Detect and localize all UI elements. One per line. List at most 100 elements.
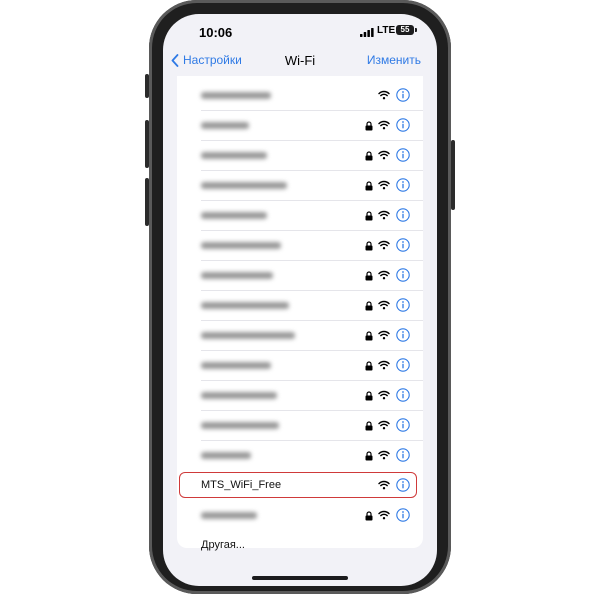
wifi-signal-icon [378,360,390,370]
blurred-network-name [201,242,281,249]
blurred-network-name [201,302,289,309]
info-icon[interactable] [396,448,410,462]
wifi-signal-icon [378,90,390,100]
info-icon[interactable] [396,298,410,312]
lock-icon [365,301,373,311]
blurred-network-name [201,332,295,339]
blurred-network-name [201,452,251,459]
network-row[interactable] [177,261,423,291]
network-row[interactable] [177,441,423,471]
lock-icon [365,511,373,521]
blurred-network-name [201,212,267,219]
battery-icon: 55 [396,25,417,35]
other-network-row[interactable]: Другая... [177,531,423,561]
info-icon[interactable] [396,268,410,282]
blurred-network-name [201,122,249,129]
blurred-network-name [201,422,279,429]
edit-button[interactable]: Изменить [367,53,421,67]
info-icon[interactable] [396,358,410,372]
network-name [201,239,331,253]
lock-icon [365,211,373,221]
blurred-network-name [201,392,277,399]
network-row[interactable] [177,201,423,231]
network-row[interactable] [177,81,423,111]
mute-switch [145,74,149,98]
navigation-bar: Настройки Wi-Fi Изменить [163,48,437,76]
info-icon[interactable] [396,508,410,522]
wifi-signal-icon [378,330,390,340]
network-name [201,389,331,403]
blurred-network-name [201,182,287,189]
wifi-signal-icon [378,390,390,400]
info-icon[interactable] [396,88,410,102]
network-row[interactable] [177,141,423,171]
network-name [201,149,331,163]
network-list: MTS_WiFi_Free Другая... [177,76,423,551]
volume-down-button [145,178,149,226]
network-row[interactable] [177,501,423,531]
blurred-network-name [201,512,257,519]
network-name [201,419,331,433]
network-name [201,329,331,343]
blurred-network-name [201,272,273,279]
lock-icon [365,451,373,461]
network-name [201,359,331,373]
info-icon[interactable] [396,388,410,402]
info-icon[interactable] [396,148,410,162]
info-icon[interactable] [396,118,410,132]
wifi-signal-icon [378,180,390,190]
network-row[interactable] [177,411,423,441]
wifi-signal-icon [378,150,390,160]
network-name [201,269,331,283]
lock-icon [365,121,373,131]
network-row[interactable] [177,231,423,261]
network-row[interactable] [177,171,423,201]
info-icon[interactable] [396,328,410,342]
info-icon[interactable] [396,418,410,432]
lock-icon [365,331,373,341]
blurred-network-name [201,152,267,159]
status-time: 10:06 [199,25,233,40]
wifi-signal-icon [378,300,390,310]
lock-icon [365,271,373,281]
lock-icon [365,241,373,251]
wifi-signal-icon [378,270,390,280]
network-name [201,509,331,523]
status-bar: 10:06 LTE 55 [163,14,437,48]
selected-network-highlight [179,472,417,498]
network-row[interactable] [177,111,423,141]
cellular-signal-icon [360,28,374,37]
network-row[interactable] [177,321,423,351]
lock-icon [365,421,373,431]
wifi-signal-icon [378,210,390,220]
network-name [201,299,331,313]
wifi-signal-icon [378,120,390,130]
volume-up-button [145,120,149,168]
other-network-label: Другая... [201,539,245,551]
info-icon[interactable] [396,238,410,252]
info-icon[interactable] [396,178,410,192]
network-name [201,119,331,133]
lock-icon [365,181,373,191]
lock-icon [365,151,373,161]
screen: 10:06 LTE 55 Настройки Wi-Fi Изменить MT… [163,14,437,586]
network-row[interactable] [177,381,423,411]
wifi-signal-icon [378,450,390,460]
wifi-signal-icon [378,240,390,250]
network-name [201,449,331,463]
network-row[interactable] [177,291,423,321]
power-button [451,140,455,210]
blurred-network-name [201,362,271,369]
info-icon[interactable] [396,208,410,222]
blurred-network-name [201,92,271,99]
network-name [201,89,331,103]
lock-icon [365,391,373,401]
lock-icon [365,361,373,371]
wifi-signal-icon [378,420,390,430]
wifi-signal-icon [378,510,390,520]
network-name [201,179,331,193]
network-name [201,209,331,223]
network-type-label: LTE [377,25,396,36]
network-row[interactable] [177,351,423,381]
home-indicator[interactable] [252,576,348,580]
